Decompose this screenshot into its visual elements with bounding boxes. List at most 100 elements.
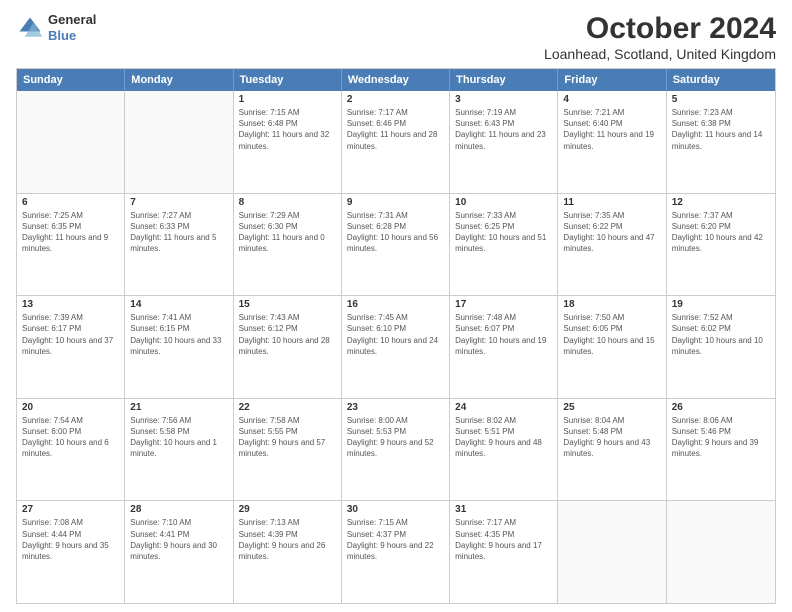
cell-info: Sunrise: 7:50 AMSunset: 6:05 PMDaylight:… <box>563 312 660 357</box>
cell-info: Sunrise: 7:58 AMSunset: 5:55 PMDaylight:… <box>239 415 336 460</box>
calendar-cell: 16 Sunrise: 7:45 AMSunset: 6:10 PMDayligh… <box>342 296 450 398</box>
cell-info: Sunrise: 7:17 AMSunset: 6:46 PMDaylight:… <box>347 107 444 152</box>
logo-line2: Blue <box>48 28 96 44</box>
calendar-cell: 30 Sunrise: 7:15 AMSunset: 4:37 PMDayligh… <box>342 501 450 603</box>
cell-date: 8 <box>239 197 336 208</box>
calendar-header-cell: Thursday <box>450 69 558 91</box>
calendar-cell: 2 Sunrise: 7:17 AMSunset: 6:46 PMDaylight… <box>342 91 450 193</box>
cell-date: 25 <box>563 402 660 413</box>
cell-info: Sunrise: 7:39 AMSunset: 6:17 PMDaylight:… <box>22 312 119 357</box>
calendar-header-cell: Monday <box>125 69 233 91</box>
cell-info: Sunrise: 7:25 AMSunset: 6:35 PMDaylight:… <box>22 210 119 255</box>
calendar-cell: 4Sunrise: 7:21 AMSunset: 6:40 PMDaylight… <box>558 91 666 193</box>
cell-info: Sunrise: 8:00 AMSunset: 5:53 PMDaylight:… <box>347 415 444 460</box>
cell-info: Sunrise: 7:31 AMSunset: 6:28 PMDaylight:… <box>347 210 444 255</box>
cell-info: Sunrise: 7:48 AMSunset: 6:07 PMDaylight:… <box>455 312 552 357</box>
calendar-cell: 1Sunrise: 7:15 AMSunset: 6:48 PMDaylight… <box>234 91 342 193</box>
cell-date: 22 <box>239 402 336 413</box>
cell-date: 10 <box>455 197 552 208</box>
cell-date: 4 <box>563 94 660 105</box>
calendar-header-cell: Wednesday <box>342 69 450 91</box>
cell-date: 15 <box>239 299 336 310</box>
cell-info: Sunrise: 8:06 AMSunset: 5:46 PMDaylight:… <box>672 415 770 460</box>
cell-info: Sunrise: 7:52 AMSunset: 6:02 PMDaylight:… <box>672 312 770 357</box>
cell-date: 21 <box>130 402 227 413</box>
cell-date: 7 <box>130 197 227 208</box>
calendar-cell: 10 Sunrise: 7:33 AMSunset: 6:25 PMDayligh… <box>450 194 558 296</box>
cell-date: 14 <box>130 299 227 310</box>
calendar-cell: 28Sunrise: 7:10 AMSunset: 4:41 PMDayligh… <box>125 501 233 603</box>
cell-date: 28 <box>130 504 227 515</box>
calendar-body: 1Sunrise: 7:15 AMSunset: 6:48 PMDaylight… <box>17 91 775 603</box>
cell-info: Sunrise: 7:45 AMSunset: 6:10 PMDaylight:… <box>347 312 444 357</box>
page: General Blue October 2024 Loanhead, Scot… <box>0 0 792 612</box>
cell-info: Sunrise: 7:35 AMSunset: 6:22 PMDaylight:… <box>563 210 660 255</box>
calendar-header-cell: Saturday <box>667 69 775 91</box>
calendar-cell: 31 Sunrise: 7:17 AMSunset: 4:35 PMDayligh… <box>450 501 558 603</box>
calendar-cell: 19Sunrise: 7:52 AMSunset: 6:02 PMDayligh… <box>667 296 775 398</box>
cell-date: 11 <box>563 197 660 208</box>
calendar-cell: 26 Sunrise: 8:06 AMSunset: 5:46 PMDayligh… <box>667 399 775 501</box>
cell-info: Sunrise: 7:17 AMSunset: 4:35 PMDaylight:… <box>455 517 552 562</box>
calendar-row: 1Sunrise: 7:15 AMSunset: 6:48 PMDaylight… <box>17 91 775 194</box>
cell-date: 2 <box>347 94 444 105</box>
calendar-cell: 3 Sunrise: 7:19 AMSunset: 6:43 PMDaylight… <box>450 91 558 193</box>
calendar-cell: 11 Sunrise: 7:35 AMSunset: 6:22 PMDayligh… <box>558 194 666 296</box>
cell-info: Sunrise: 8:04 AMSunset: 5:48 PMDaylight:… <box>563 415 660 460</box>
cell-date: 12 <box>672 197 770 208</box>
cell-info: Sunrise: 7:13 AMSunset: 4:39 PMDaylight:… <box>239 517 336 562</box>
cell-date: 31 <box>455 504 552 515</box>
calendar-cell: 6Sunrise: 7:25 AMSunset: 6:35 PMDaylight… <box>17 194 125 296</box>
cell-info: Sunrise: 7:56 AMSunset: 5:58 PMDaylight:… <box>130 415 227 460</box>
calendar-cell: 14Sunrise: 7:41 AMSunset: 6:15 PMDayligh… <box>125 296 233 398</box>
calendar-cell <box>558 501 666 603</box>
cell-info: Sunrise: 7:43 AMSunset: 6:12 PMDaylight:… <box>239 312 336 357</box>
cell-info: Sunrise: 7:37 AMSunset: 6:20 PMDaylight:… <box>672 210 770 255</box>
cell-date: 23 <box>347 402 444 413</box>
calendar-cell <box>667 501 775 603</box>
cell-info: Sunrise: 7:29 AMSunset: 6:30 PMDaylight:… <box>239 210 336 255</box>
calendar-header: SundayMondayTuesdayWednesdayThursdayFrid… <box>17 69 775 91</box>
calendar-cell: 18Sunrise: 7:50 AMSunset: 6:05 PMDayligh… <box>558 296 666 398</box>
cell-date: 3 <box>455 94 552 105</box>
cell-date: 30 <box>347 504 444 515</box>
calendar-row: 27 Sunrise: 7:08 AMSunset: 4:44 PMDayligh… <box>17 501 775 603</box>
cell-date: 17 <box>455 299 552 310</box>
cell-date: 13 <box>22 299 119 310</box>
cell-info: Sunrise: 7:08 AMSunset: 4:44 PMDaylight:… <box>22 517 119 562</box>
cell-date: 5 <box>672 94 770 105</box>
cell-date: 20 <box>22 402 119 413</box>
calendar-cell: 7 Sunrise: 7:27 AMSunset: 6:33 PMDaylight… <box>125 194 233 296</box>
logo-icon <box>16 14 44 42</box>
cell-info: Sunrise: 8:02 AMSunset: 5:51 PMDaylight:… <box>455 415 552 460</box>
cell-info: Sunrise: 7:15 AMSunset: 4:37 PMDaylight:… <box>347 517 444 562</box>
calendar-cell: 13 Sunrise: 7:39 AMSunset: 6:17 PMDayligh… <box>17 296 125 398</box>
title-block: October 2024 Loanhead, Scotland, United … <box>544 12 776 62</box>
cell-info: Sunrise: 7:54 AMSunset: 6:00 PMDaylight:… <box>22 415 119 460</box>
cell-date: 27 <box>22 504 119 515</box>
calendar-cell: 17 Sunrise: 7:48 AMSunset: 6:07 PMDayligh… <box>450 296 558 398</box>
calendar-row: 13 Sunrise: 7:39 AMSunset: 6:17 PMDayligh… <box>17 296 775 399</box>
logo: General Blue <box>16 12 96 43</box>
cell-info: Sunrise: 7:27 AMSunset: 6:33 PMDaylight:… <box>130 210 227 255</box>
calendar-cell: 5 Sunrise: 7:23 AMSunset: 6:38 PMDaylight… <box>667 91 775 193</box>
cell-date: 16 <box>347 299 444 310</box>
calendar-row: 6Sunrise: 7:25 AMSunset: 6:35 PMDaylight… <box>17 194 775 297</box>
logo-text: General Blue <box>48 12 96 43</box>
cell-info: Sunrise: 7:19 AMSunset: 6:43 PMDaylight:… <box>455 107 552 152</box>
page-subtitle: Loanhead, Scotland, United Kingdom <box>544 46 776 62</box>
page-title: October 2024 <box>544 12 776 46</box>
cell-date: 29 <box>239 504 336 515</box>
cell-info: Sunrise: 7:33 AMSunset: 6:25 PMDaylight:… <box>455 210 552 255</box>
cell-date: 24 <box>455 402 552 413</box>
calendar-cell <box>125 91 233 193</box>
calendar-cell: 22 Sunrise: 7:58 AMSunset: 5:55 PMDayligh… <box>234 399 342 501</box>
cell-info: Sunrise: 7:23 AMSunset: 6:38 PMDaylight:… <box>672 107 770 152</box>
calendar-header-cell: Tuesday <box>234 69 342 91</box>
cell-date: 26 <box>672 402 770 413</box>
calendar-cell: 29 Sunrise: 7:13 AMSunset: 4:39 PMDayligh… <box>234 501 342 603</box>
calendar-cell: 21 Sunrise: 7:56 AMSunset: 5:58 PMDayligh… <box>125 399 233 501</box>
calendar-header-cell: Sunday <box>17 69 125 91</box>
header: General Blue October 2024 Loanhead, Scot… <box>16 12 776 62</box>
logo-line1: General <box>48 12 96 28</box>
